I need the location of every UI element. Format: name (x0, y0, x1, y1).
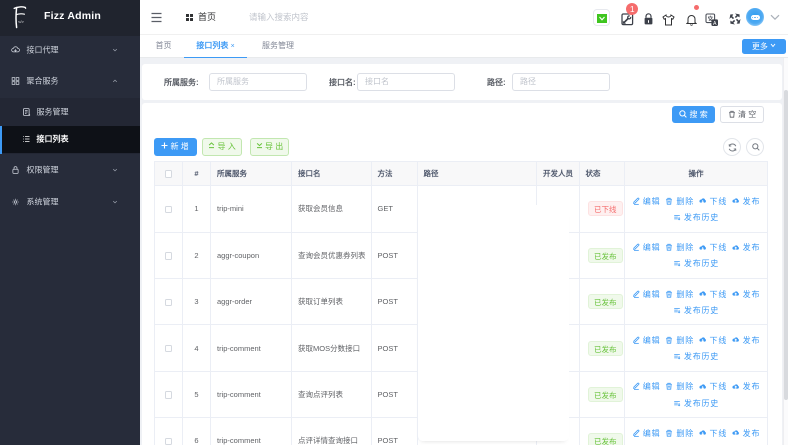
svg-text:</>: </> (18, 19, 24, 24)
svg-text:A: A (713, 21, 717, 27)
